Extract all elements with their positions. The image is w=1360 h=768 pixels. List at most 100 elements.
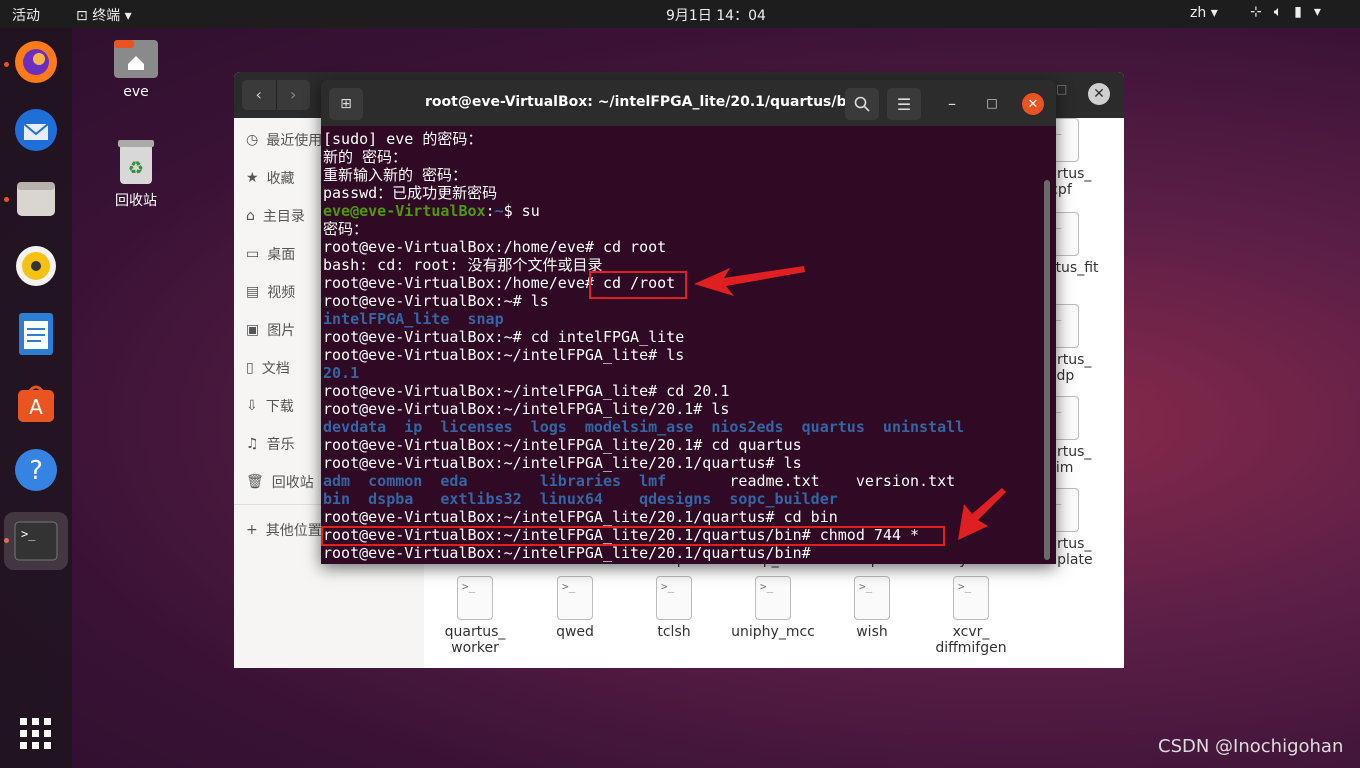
file-item[interactable]: >_ uniphy_mcc [728, 576, 818, 640]
back-button[interactable]: ‹ [242, 80, 276, 110]
star-icon: ★ [246, 170, 259, 186]
libreoffice-writer-icon[interactable] [10, 308, 62, 360]
search-button[interactable] [845, 88, 879, 120]
help-icon[interactable]: ? [10, 444, 62, 496]
volume-icon: 🔈︎ [1273, 4, 1283, 20]
executable-icon: >_ [557, 576, 593, 620]
desktop-icon: ▭ [246, 246, 260, 262]
sidebar-item-music[interactable]: ♫ 音乐 [246, 432, 295, 456]
software-center-icon[interactable]: A [10, 376, 62, 428]
terminal-line: root@eve-VirtualBox:~/intelFPGA_lite/20.… [323, 436, 1048, 454]
terminal-text: 20.1 [323, 364, 360, 382]
sidebar-item-label: 其他位置 [265, 523, 322, 539]
file-item[interactable]: >_ qwed [530, 576, 620, 640]
terminal-output[interactable]: [sudo] eve 的密码： 新的 密码： 重新输入新的 密码： passwd：已成… [323, 130, 1048, 562]
file-item[interactable]: >_ quartus_ worker [430, 576, 520, 656]
minimize-button[interactable]: – [941, 92, 963, 114]
sidebar-item-starred[interactable]: ★ 收藏 [246, 166, 295, 190]
terminal-header: ⊞ root@eve-VirtualBox: ~/intelFPGA_lite/… [321, 80, 1056, 126]
sidebar-item-trash[interactable]: 🗑︎ 回收站 [246, 470, 314, 494]
battery-icon: ▮ [1294, 4, 1302, 20]
app-menu[interactable]: ⊡ 终端 ▾ [76, 5, 132, 25]
terminal-icon: ⊡ [76, 8, 88, 24]
maximize-button[interactable]: □ [981, 92, 1003, 114]
terminal-text: root@eve-VirtualBox:~/intelFPGA_lite# ls [323, 346, 685, 364]
app-name: 终端 [92, 8, 121, 24]
terminal-text: adm common eda libraries lmf [323, 472, 730, 490]
terminal-text: root@eve-VirtualBox:~# ls [323, 292, 549, 310]
document-icon: ▯ [246, 360, 254, 376]
file-label: xcvr_ diffmifgen [935, 624, 1007, 656]
sidebar-item-videos[interactable]: ▤ 视频 [246, 280, 295, 304]
system-tray[interactable]: ⊹ 🔈︎ ▮ ▾ [1250, 4, 1321, 20]
sidebar-item-downloads[interactable]: ⇩ 下载 [246, 394, 294, 418]
chevron-down-icon: ▾ [124, 8, 132, 24]
terminal-app-icon[interactable]: >_ [4, 512, 68, 570]
sidebar-item-label: 下载 [265, 399, 294, 415]
terminal-line: devdata ip licenses logs modelsim_ase ni… [323, 418, 1048, 436]
sidebar-item-label: 音乐 [266, 437, 295, 453]
svg-text:?: ? [29, 456, 43, 486]
terminal-window[interactable]: ⊞ root@eve-VirtualBox: ~/intelFPGA_lite/… [321, 80, 1056, 564]
sidebar-item-recent[interactable]: ◷ 最近使用 [246, 128, 322, 152]
maximize-icon: □ [986, 96, 998, 110]
terminal-line: root@eve-VirtualBox:~/intelFPGA_lite/20.… [323, 400, 1048, 418]
sidebar-item-other-locations[interactable]: + 其他位置 [246, 518, 322, 542]
thunderbird-icon[interactable] [10, 104, 62, 156]
close-button[interactable]: ✕ [1088, 83, 1110, 105]
file-item[interactable]: >_ xcvr_ diffmifgen [926, 576, 1016, 656]
executable-icon: >_ [656, 576, 692, 620]
sidebar-item-desktop[interactable]: ▭ 桌面 [246, 242, 295, 266]
terminal-line: passwd：已成功更新密码 [323, 184, 1048, 202]
executable-icon: >_ [755, 576, 791, 620]
music-icon: ♫ [246, 436, 259, 452]
trash-icon: ♻ [118, 140, 154, 184]
terminal-line: bin dspba extlibs32 linux64 qdesigns sop… [323, 490, 1048, 508]
firefox-icon[interactable] [10, 36, 62, 88]
trash-icon: 🗑︎ [246, 474, 264, 490]
show-apps-icon[interactable] [10, 708, 62, 760]
search-icon [854, 96, 870, 112]
scrollbar[interactable] [1044, 180, 1050, 560]
terminal-line: 密码： [323, 220, 1048, 238]
close-button[interactable]: ✕ [1022, 93, 1044, 115]
input-method-indicator[interactable]: zh ▾ [1190, 5, 1218, 21]
annotation-arrow [694, 266, 805, 296]
terminal-text: root@eve-VirtualBox:~/intelFPGA_lite# cd… [323, 382, 730, 400]
sidebar-item-label: 回收站 [271, 475, 314, 491]
running-indicator [4, 62, 9, 67]
terminal-text: ~ [494, 202, 504, 220]
file-item[interactable]: >_ wish [827, 576, 917, 640]
executable-icon: >_ [457, 576, 493, 620]
rhythmbox-icon[interactable] [10, 240, 62, 292]
terminal-text: root@eve-VirtualBox:~/intelFPGA_lite/20.… [323, 400, 730, 418]
menu-button[interactable]: ☰ [887, 88, 921, 120]
terminal-line: adm common eda libraries lmf readme.txt … [323, 472, 1048, 490]
home-folder-icon [114, 40, 158, 78]
sidebar-item-label: 视频 [267, 285, 296, 301]
terminal-line: root@eve-VirtualBox:~/intelFPGA_lite/20.… [323, 544, 1048, 562]
forward-button[interactable]: › [275, 80, 311, 110]
trash-desktop-icon[interactable]: ♻ 回收站 [91, 138, 181, 210]
terminal-text: bash: cd: root: 没有那个文件或目录 [323, 256, 603, 274]
new-tab-button[interactable]: ⊞ [329, 88, 363, 120]
video-icon: ▤ [246, 284, 260, 300]
terminal-line: root@eve-VirtualBox:~/intelFPGA_lite# cd… [323, 382, 1048, 400]
file-item[interactable]: >_ tclsh [629, 576, 719, 640]
file-label: wish [856, 624, 888, 640]
sidebar-item-documents[interactable]: ▯ 文档 [246, 356, 290, 380]
files-icon[interactable] [10, 172, 62, 224]
sidebar-item-home[interactable]: ⌂ 主目录 [246, 204, 305, 228]
home-icon: ⌂ [246, 208, 255, 224]
sidebar-item-pictures[interactable]: ▣ 图片 [246, 318, 295, 342]
maximize-icon[interactable]: □ [1056, 82, 1067, 96]
home-folder-desktop-icon[interactable]: eve [91, 36, 181, 100]
nav-buttons: ‹ › [242, 80, 310, 110]
clock[interactable]: 9月1日 14：04 [666, 5, 766, 25]
activities-button[interactable]: 活动 [12, 5, 40, 25]
terminal-line: root@eve-VirtualBox:~/intelFPGA_lite/20.… [323, 454, 1048, 472]
plus-icon: + [246, 522, 258, 538]
new-tab-icon: ⊞ [340, 96, 352, 112]
terminal-text: intelFPGA_lite snap [323, 310, 504, 328]
svg-text:A: A [29, 395, 43, 419]
